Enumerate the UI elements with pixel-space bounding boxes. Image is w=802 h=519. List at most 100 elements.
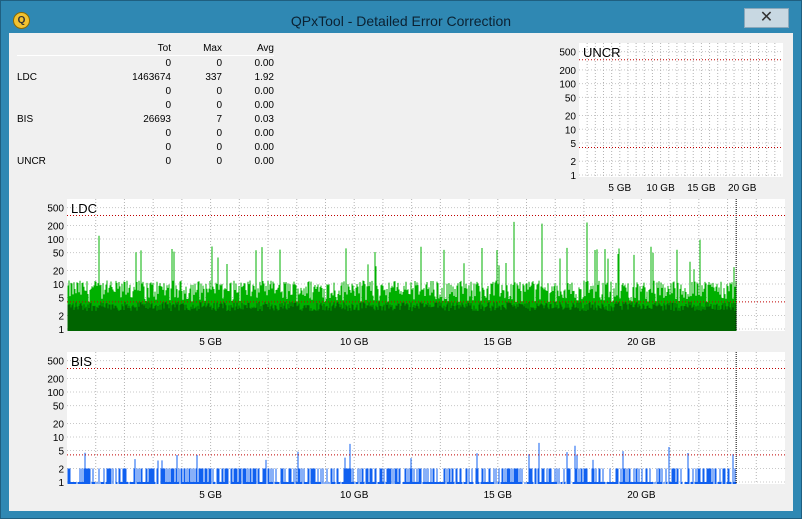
stats-label <box>17 140 89 154</box>
y-tick-label: 50 <box>53 249 65 260</box>
close-button[interactable]: ✕ <box>744 8 789 28</box>
y-tick-label: 5 <box>58 447 64 458</box>
stats-tot: 0 <box>165 99 171 111</box>
stats-avg: 0.00 <box>254 141 274 153</box>
x-tick-label: 20 GB <box>627 490 656 500</box>
plot-area <box>579 43 783 177</box>
ldc-graph: 500 200 100 50 20 10 5 2 1 5 GB 10 GB 15 GB 20 GB LDC <box>29 197 789 347</box>
y-tick-label: 500 <box>47 357 64 368</box>
stats-label <box>17 98 89 112</box>
stats-avg: 0.00 <box>254 85 274 97</box>
y-tick-label: 500 <box>47 204 64 215</box>
x-tick-label: 5 GB <box>199 490 222 500</box>
ldc-chart-svg: 5002001005020105215 GB 10 GB 15 GB 20 GBLDC <box>47 199 785 347</box>
stats-row: BIS 26693 7 0.03 <box>17 112 274 126</box>
client-area: Tot Max Avg 0 0 0.00 LDC 1463674 337 1.92 0 0 0.0… <box>9 33 793 511</box>
stats-tot: 0 <box>165 155 171 167</box>
stats-label <box>17 56 89 71</box>
stats-label <box>17 126 89 140</box>
stats-label <box>17 84 89 98</box>
stats-row: UNCR 0 0 0.00 <box>17 154 274 168</box>
x-tick-label: 5 GB <box>199 337 222 347</box>
stats-row: 0 0 0.00 <box>17 98 274 112</box>
stats-tot: 1463674 <box>132 71 171 83</box>
stats-avg: 1.92 <box>254 71 274 83</box>
stats-max: 0 <box>216 155 222 167</box>
stats-label: LDC <box>17 71 38 83</box>
stats-max: 0 <box>216 85 222 97</box>
y-tick-label: 20 <box>565 112 577 123</box>
qpxtool-window: Q QPxTool - Detailed Error Correction ✕ … <box>0 0 802 519</box>
stats-avg: 0.00 <box>254 127 274 139</box>
stats-max: 337 <box>205 71 222 83</box>
x-tick-label: 15 GB <box>484 337 513 347</box>
y-tick-label: 1 <box>58 478 64 489</box>
stats-tot: 0 <box>165 57 171 69</box>
stats-tot: 26693 <box>143 113 171 125</box>
y-tick-label: 100 <box>47 235 64 246</box>
y-tick-label: 2 <box>58 464 64 475</box>
stats-row: LDC 1463674 337 1.92 <box>17 70 274 84</box>
y-tick-label: 2 <box>570 157 576 168</box>
stats-max: 0 <box>216 57 222 69</box>
stats-table: Tot Max Avg 0 0 0.00 LDC 1463674 337 1.92 0 0 0.0… <box>17 41 274 168</box>
window-title: QPxTool - Detailed Error Correction <box>290 13 512 29</box>
y-tick-label: 50 <box>565 93 577 104</box>
stats-avg: 0.00 <box>254 155 274 167</box>
close-icon: ✕ <box>759 9 774 26</box>
y-tick-label: 10 <box>53 433 65 444</box>
y-tick-label: 500 <box>559 48 576 59</box>
x-tick-label: 15 GB <box>484 490 513 500</box>
y-tick-label: 5 <box>570 139 576 150</box>
stats-row: 0 0 0.00 <box>17 140 274 154</box>
stats-max: 7 <box>216 113 222 125</box>
stats-tot: 0 <box>165 85 171 97</box>
x-tick-label: 10 GB <box>340 490 369 500</box>
y-tick-label: 100 <box>47 388 64 399</box>
stats-row: 0 0 0.00 <box>17 84 274 98</box>
stats-header-max: Max <box>171 41 222 56</box>
stats-avg: 0.00 <box>254 99 274 111</box>
y-tick-label: 20 <box>53 419 65 430</box>
stats-row: 0 0 0.00 <box>17 56 274 71</box>
y-tick-label: 1 <box>58 325 64 336</box>
y-tick-label: 200 <box>559 66 576 77</box>
x-tick-label: 20 GB <box>627 337 656 347</box>
x-tick-label: 20 GB <box>728 183 757 194</box>
y-tick-label: 10 <box>53 280 65 291</box>
y-tick-label: 10 <box>565 125 577 136</box>
chart-title: UNCR <box>583 45 621 60</box>
y-tick-label: 50 <box>53 402 65 413</box>
y-tick-label: 200 <box>47 221 64 232</box>
stats-label: BIS <box>17 113 34 125</box>
y-tick-label: 200 <box>47 374 64 385</box>
uncr-chart-svg: 5002001005020105215 GB 10 GB 15 GB 20 GBUNC… <box>559 43 783 194</box>
y-tick-label: 20 <box>53 266 65 277</box>
y-tick-label: 100 <box>559 80 576 91</box>
stats-tot: 0 <box>165 127 171 139</box>
plot-area <box>67 352 785 484</box>
x-tick-label: 10 GB <box>340 337 369 347</box>
title-bar[interactable]: Q QPxTool - Detailed Error Correction ✕ <box>1 1 801 37</box>
x-tick-label: 15 GB <box>687 183 716 194</box>
uncr-graph: 500 200 100 50 20 10 5 2 1 5 GB 10 GB 15 GB 20 GB UNC… <box>547 39 787 199</box>
stats-max: 0 <box>216 141 222 153</box>
stats-header-row: Tot Max Avg <box>17 41 274 56</box>
stats-label: UNCR <box>17 155 46 167</box>
y-tick-label: 1 <box>570 171 576 182</box>
bis-graph: 500 200 100 50 20 10 5 2 1 5 GB 10 GB 15 GB 20 GB BIS <box>29 350 789 500</box>
stats-avg: 0.03 <box>254 113 274 125</box>
stats-tot: 0 <box>165 141 171 153</box>
stats-row: 0 0 0.00 <box>17 126 274 140</box>
stats-avg: 0.00 <box>254 57 274 69</box>
bis-chart-svg: 5002001005020105215 GB 10 GB 15 GB 20 GBBIS <box>47 352 785 500</box>
chart-title: BIS <box>71 354 92 369</box>
stats-header-label <box>17 41 89 56</box>
stats-max: 0 <box>216 99 222 111</box>
x-tick-label: 5 GB <box>608 183 631 194</box>
stats-max: 0 <box>216 127 222 139</box>
y-tick-label: 5 <box>58 294 64 305</box>
stats-header-avg: Avg <box>222 41 274 56</box>
x-tick-label: 10 GB <box>646 183 675 194</box>
chart-title: LDC <box>71 201 97 216</box>
